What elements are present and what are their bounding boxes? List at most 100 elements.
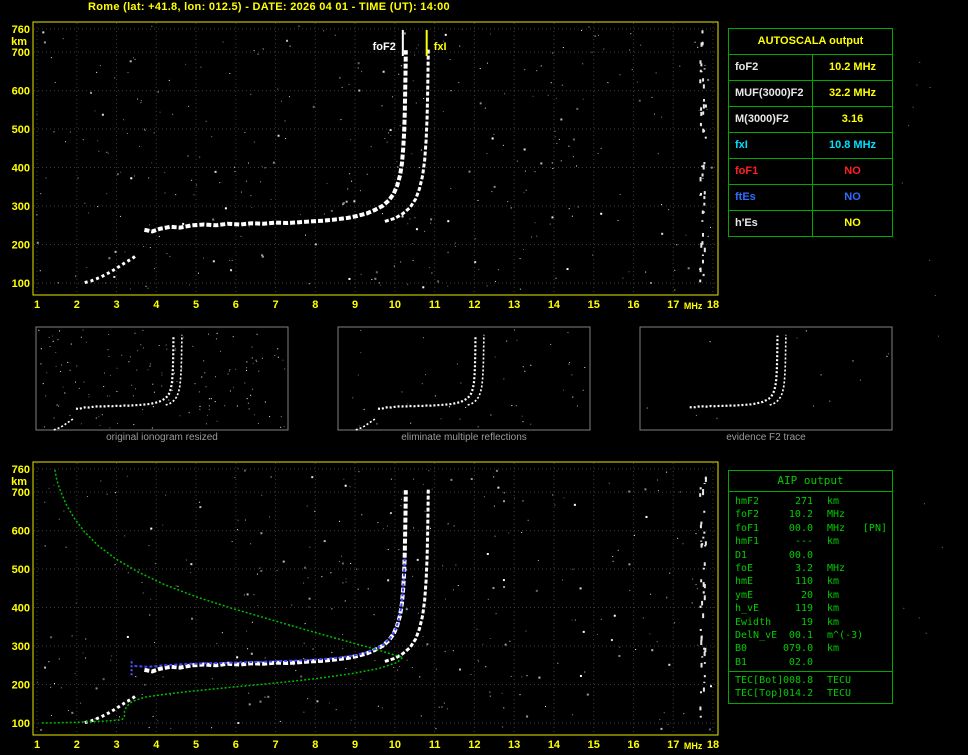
noise-speckle bbox=[240, 235, 242, 237]
parameter-value: 10.8 MHz bbox=[828, 139, 877, 151]
noise-speckle bbox=[357, 374, 359, 376]
noise-speckle bbox=[813, 405, 815, 407]
noise-speckle bbox=[450, 90, 452, 92]
noise-speckle bbox=[285, 138, 287, 140]
noise-speckle bbox=[98, 416, 100, 418]
electron-density-profile bbox=[40, 469, 405, 724]
noise-speckle bbox=[400, 505, 402, 507]
interference-mark bbox=[704, 541, 707, 546]
noise-speckle bbox=[60, 364, 62, 366]
noise-speckle bbox=[309, 546, 311, 548]
noise-speckle bbox=[412, 260, 414, 262]
noise-speckle bbox=[357, 62, 360, 65]
aip-row-tec-bot-: TEC[Bot] 008.8 TECU bbox=[729, 674, 892, 687]
noise-speckle bbox=[312, 648, 314, 650]
y-axis-tick-label: 200 bbox=[12, 240, 30, 252]
noise-speckle bbox=[515, 405, 517, 407]
interference-mark bbox=[701, 30, 704, 34]
noise-speckle bbox=[438, 706, 440, 708]
noise-speckle bbox=[649, 633, 651, 635]
interference-mark bbox=[701, 656, 704, 658]
x-axis-tick-label: 15 bbox=[588, 739, 600, 751]
noise-speckle bbox=[135, 676, 137, 678]
parameter-name: fxI bbox=[729, 133, 813, 158]
noise-speckle bbox=[269, 416, 271, 418]
noise-speckle bbox=[331, 608, 333, 610]
noise-speckle bbox=[596, 633, 598, 635]
parameter-value: NO bbox=[844, 217, 861, 229]
noise-speckle bbox=[552, 52, 554, 54]
noise-speckle bbox=[381, 213, 383, 215]
noise-speckle bbox=[489, 695, 491, 697]
interference-mark bbox=[699, 706, 702, 711]
noise-speckle bbox=[36, 214, 38, 216]
noise-speckle bbox=[261, 494, 263, 496]
noise-speckle bbox=[67, 710, 69, 712]
x-axis-tick-label: 4 bbox=[153, 299, 160, 311]
noise-speckle bbox=[101, 414, 103, 416]
noise-speckle bbox=[424, 230, 426, 232]
noise-speckle bbox=[477, 660, 479, 662]
x-axis-tick-label: 7 bbox=[273, 739, 279, 751]
noise-speckle bbox=[149, 229, 151, 231]
noise-speckle bbox=[687, 267, 690, 270]
noise-speckle bbox=[645, 271, 647, 273]
noise-speckle bbox=[666, 596, 668, 598]
noise-speckle bbox=[646, 407, 648, 409]
noise-speckle bbox=[173, 372, 175, 374]
noise-speckle bbox=[175, 194, 177, 196]
noise-speckle bbox=[387, 132, 389, 134]
noise-speckle bbox=[282, 560, 285, 563]
noise-speckle bbox=[314, 510, 316, 512]
noise-speckle bbox=[359, 190, 361, 192]
noise-speckle bbox=[667, 723, 669, 725]
noise-speckle bbox=[260, 532, 263, 535]
noise-speckle bbox=[206, 414, 208, 416]
noise-speckle bbox=[524, 170, 526, 172]
autoscala-table-header: AUTOSCALA output bbox=[729, 29, 892, 55]
interference-mark bbox=[704, 647, 707, 653]
noise-speckle bbox=[152, 406, 154, 408]
noise-speckle bbox=[350, 562, 352, 564]
noise-speckle bbox=[540, 162, 543, 165]
noise-speckle bbox=[582, 389, 584, 391]
noise-speckle bbox=[903, 607, 905, 609]
noise-speckle bbox=[246, 367, 248, 369]
noise-speckle bbox=[62, 386, 64, 388]
y-axis-tick-label: 700 bbox=[12, 487, 30, 499]
noise-speckle bbox=[682, 543, 684, 545]
noise-speckle bbox=[58, 405, 60, 407]
noise-speckle bbox=[377, 705, 379, 707]
noise-speckle bbox=[524, 69, 526, 71]
noise-speckle bbox=[443, 702, 445, 704]
noise-speckle bbox=[77, 177, 79, 179]
noise-speckle bbox=[420, 149, 422, 151]
noise-speckle bbox=[123, 119, 125, 121]
noise-speckle bbox=[175, 348, 177, 350]
noise-speckle bbox=[281, 100, 283, 102]
noise-speckle bbox=[342, 647, 344, 649]
x-axis-unit-label: MHz bbox=[684, 301, 703, 311]
noise-speckle bbox=[547, 94, 549, 96]
noise-speckle bbox=[232, 336, 234, 338]
noise-speckle bbox=[257, 423, 259, 425]
y-axis-unit-label: km bbox=[11, 476, 27, 488]
noise-speckle bbox=[519, 694, 521, 696]
plot-frame bbox=[32, 21, 719, 296]
noise-speckle bbox=[479, 68, 481, 70]
noise-speckle bbox=[181, 367, 183, 369]
interference-mark bbox=[700, 640, 703, 646]
noise-speckle bbox=[229, 259, 231, 261]
noise-speckle bbox=[303, 566, 306, 569]
noise-speckle bbox=[53, 484, 55, 486]
noise-speckle bbox=[400, 65, 402, 67]
interference-mark bbox=[699, 192, 702, 196]
noise-speckle bbox=[190, 563, 193, 566]
noise-speckle bbox=[584, 367, 586, 369]
noise-speckle bbox=[86, 266, 88, 268]
noise-speckle bbox=[710, 685, 713, 688]
interference-mark bbox=[704, 544, 707, 547]
noise-speckle bbox=[62, 38, 64, 40]
noise-speckle bbox=[286, 39, 289, 42]
noise-speckle bbox=[300, 675, 303, 678]
